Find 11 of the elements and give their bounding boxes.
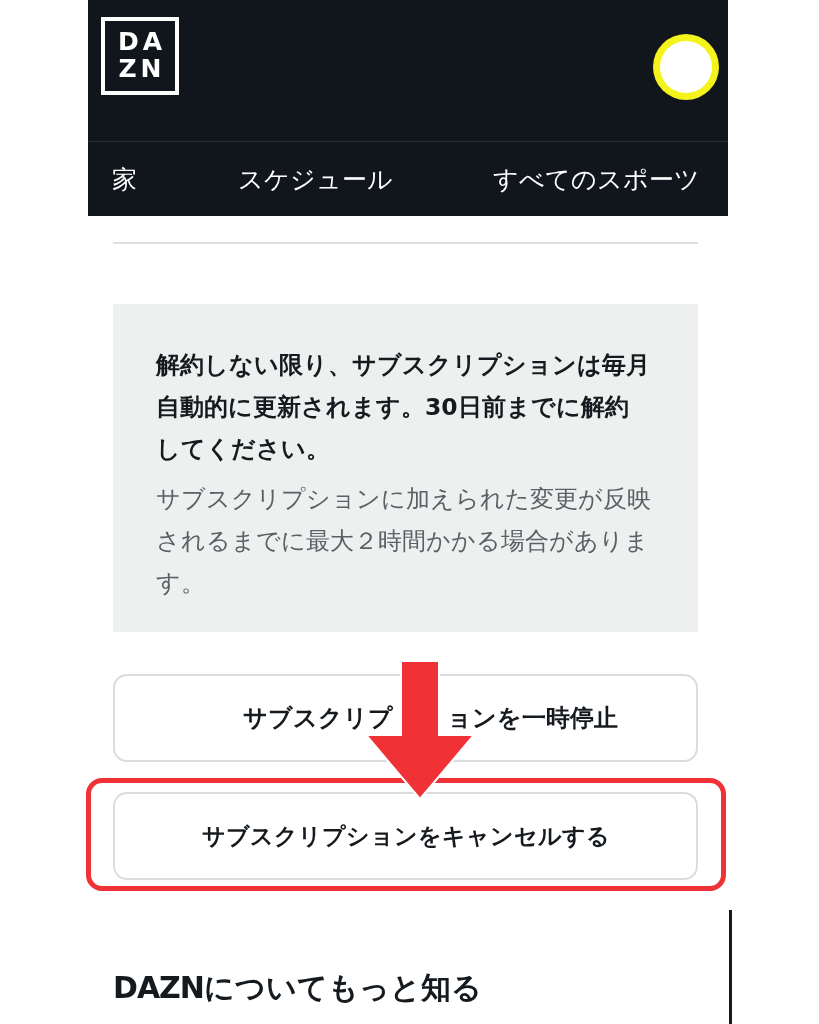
subscription-button[interactable]: サブスクリプ ョンを一時停止 [113, 674, 698, 762]
logo-text: ZN [118, 55, 166, 82]
notice-text: 解約しない限り、サブスクリプションは毎月自動的に更新されます。30日前までに解約してください。 [156, 350, 651, 465]
logo-text: DA [117, 29, 167, 56]
nav-link[interactable]: スケジュール [237, 162, 393, 196]
logo[interactable]: DA ZN [101, 16, 179, 95]
subscription-button[interactable]: サブスクリプションをキャンセルする [113, 792, 698, 880]
section-heading: DAZNについてもっと知る [113, 969, 483, 1007]
nav-link[interactable]: 家 [112, 162, 137, 196]
nav-link[interactable]: すべてのスポーツ [493, 162, 700, 196]
notice-text: サブスクリプションに加えられた変更が反映されるまでに最大２時間かかる場合があります。 [156, 484, 652, 599]
